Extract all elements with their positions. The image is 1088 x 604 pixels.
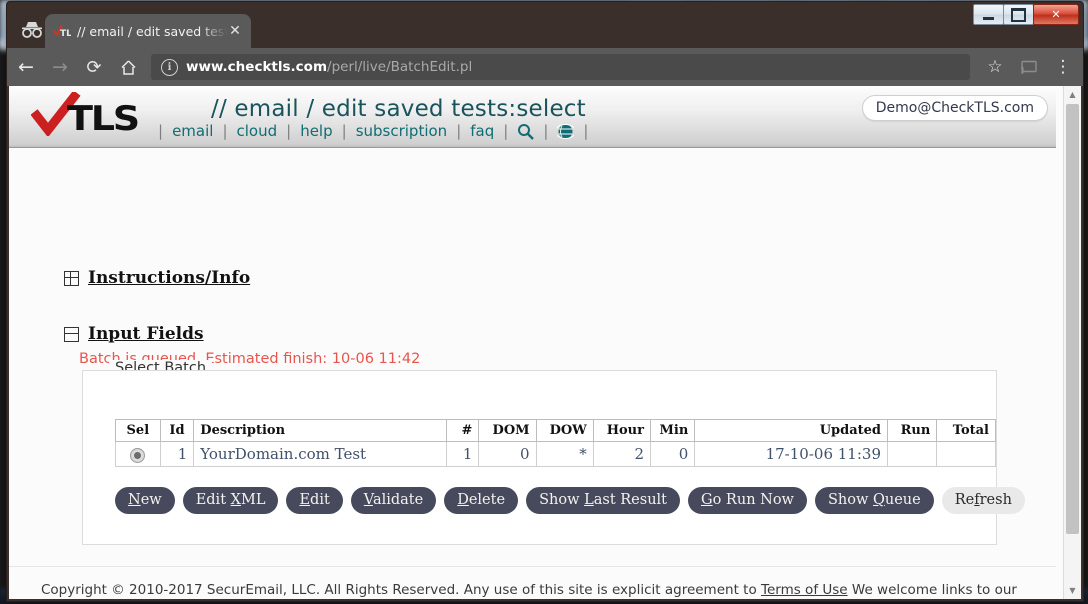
browser-menu-icon[interactable]: ⋮: [1048, 52, 1078, 82]
show-last-result-button[interactable]: Show Last Result: [526, 487, 680, 514]
action-buttons: New Edit XML Edit Validate Delete Show L…: [115, 487, 1025, 514]
cell-total: [936, 441, 996, 467]
footer-copyright-line: Copyright © 2010-2017 SecurEmail, LLC. A…: [41, 581, 1024, 599]
site-footer: Copyright © 2010-2017 SecurEmail, LLC. A…: [9, 566, 1056, 599]
cell-run: [886, 441, 938, 467]
col-hour: Hour: [592, 419, 651, 442]
col-min: Min: [649, 419, 696, 442]
nav-separator: |: [222, 122, 228, 140]
tab-title: // email / edit saved tests: [77, 23, 227, 39]
nav-item-cloud[interactable]: cloud: [237, 122, 278, 140]
search-icon[interactable]: [517, 123, 535, 140]
nav-separator: |: [456, 122, 462, 140]
cell-select-radio[interactable]: [115, 441, 161, 467]
logo-text: TLS: [67, 99, 140, 139]
browser-window: ✕ TLS // email / edit saved tests ✕: [6, 1, 1084, 602]
edit-button[interactable]: Edit: [286, 487, 343, 514]
site-info-icon[interactable]: i: [161, 58, 178, 76]
expand-plus-icon[interactable]: [64, 270, 79, 286]
cell-dom: 0: [478, 441, 537, 467]
refresh-button[interactable]: Refresh: [941, 487, 1025, 514]
edit-xml-button[interactable]: Edit XML: [182, 487, 279, 514]
nav-separator: |: [341, 122, 347, 140]
cell-id: 1: [159, 441, 195, 467]
collapse-minus-icon[interactable]: [64, 326, 79, 342]
browser-tab[interactable]: TLS // email / edit saved tests ✕: [45, 14, 251, 48]
tab-close-icon[interactable]: ✕: [227, 24, 243, 38]
scroll-down-arrow[interactable]: ▼: [1064, 582, 1081, 599]
user-account-badge[interactable]: Demo@CheckTLS.com: [861, 95, 1048, 121]
cell-hour: 2: [592, 441, 651, 467]
scroll-up-arrow[interactable]: ▲: [1064, 86, 1081, 103]
page-content: TLS // email / edit saved tests:select D…: [9, 86, 1064, 599]
reload-icon[interactable]: ⟳: [79, 52, 109, 82]
col-description: Description: [193, 419, 447, 442]
scrollbar-thumb[interactable]: [1066, 104, 1079, 534]
batch-radio-button[interactable]: [130, 447, 146, 463]
bookmark-star-icon[interactable]: ☆: [980, 52, 1010, 82]
nav-separator: |: [158, 122, 164, 140]
section-instructions-info[interactable]: Instructions/Info: [64, 268, 250, 288]
nav-item-help[interactable]: help: [300, 122, 332, 140]
svg-text:TLS: TLS: [60, 29, 71, 39]
address-bar[interactable]: i www.checktls.com /perl/live/BatchEdit.…: [151, 54, 970, 80]
col-updated: Updated: [694, 419, 888, 442]
col-total: Total: [936, 419, 996, 442]
home-icon[interactable]: [113, 52, 143, 82]
col-id: Id: [159, 419, 195, 442]
nav-item-faq[interactable]: faq: [470, 122, 494, 140]
cast-icon[interactable]: [1014, 52, 1044, 82]
globe-icon[interactable]: [557, 123, 575, 140]
section-input-fields[interactable]: Input Fields: [64, 324, 204, 344]
terms-of-use-link[interactable]: Terms of Use: [761, 582, 848, 598]
table-header-row: Sel Id Description # DOM DOW Hour Min Up…: [115, 419, 996, 442]
col-run: Run: [886, 419, 938, 442]
select-batch-fieldset: Sel Id Description # DOM DOW Hour Min Up…: [82, 370, 1025, 545]
nav-separator: |: [543, 122, 549, 140]
table-row[interactable]: 1 YourDomain.com Test 1 0 * 2 0 17-10-06…: [115, 441, 996, 467]
cell-updated: 17-10-06 11:39: [694, 441, 888, 467]
site-navigation: | email | cloud | help | subscription | …: [149, 122, 597, 140]
checktls-favicon: TLS: [53, 23, 78, 39]
footer-copyright-text: Copyright © 2010-2017 SecurEmail, LLC. A…: [41, 582, 762, 598]
batch-table: Sel Id Description # DOM DOW Hour Min Up…: [115, 419, 996, 467]
section-label: Input Fields: [88, 324, 204, 344]
nav-item-subscription[interactable]: subscription: [356, 122, 448, 140]
page-body: Instructions/Info Input Fields Batch is …: [9, 148, 1056, 599]
cell-count: 1: [445, 441, 480, 467]
delete-button[interactable]: Delete: [444, 487, 519, 514]
forward-icon: →: [52, 56, 68, 78]
page-scrollbar[interactable]: ▲ ▼: [1063, 86, 1081, 599]
cell-dow: *: [535, 441, 594, 467]
url-host: www.checktls.com: [186, 59, 328, 75]
go-run-now-button[interactable]: Go Run Now: [688, 487, 807, 514]
tab-strip: TLS // email / edit saved tests ✕: [7, 2, 1083, 48]
col-sel: Sel: [115, 419, 161, 442]
col-dow: DOW: [535, 419, 594, 442]
col-count: #: [445, 419, 480, 442]
validate-button[interactable]: Validate: [350, 487, 437, 514]
page-viewport: TLS // email / edit saved tests:select D…: [9, 86, 1081, 599]
nav-separator: |: [286, 122, 292, 140]
cell-min: 0: [649, 441, 696, 467]
show-queue-button[interactable]: Show Queue: [814, 487, 934, 514]
checktls-logo[interactable]: TLS: [30, 90, 141, 142]
nav-separator: |: [503, 122, 509, 140]
nav-item-email[interactable]: email: [172, 122, 213, 140]
cell-description: YourDomain.com Test: [193, 441, 447, 467]
back-icon[interactable]: ←: [11, 52, 41, 82]
site-header: TLS // email / edit saved tests:select D…: [9, 86, 1056, 148]
col-dom: DOM: [478, 419, 537, 442]
page-title: // email / edit saved tests:select: [211, 96, 586, 122]
section-label: Instructions/Info: [88, 268, 251, 288]
nav-separator: |: [583, 122, 589, 140]
url-path: /perl/live/BatchEdit.pl: [327, 59, 473, 75]
browser-toolbar: ← → ⟳ i www.checktls.com /perl/live/Batc…: [7, 48, 1083, 86]
new-button[interactable]: New: [115, 487, 175, 514]
